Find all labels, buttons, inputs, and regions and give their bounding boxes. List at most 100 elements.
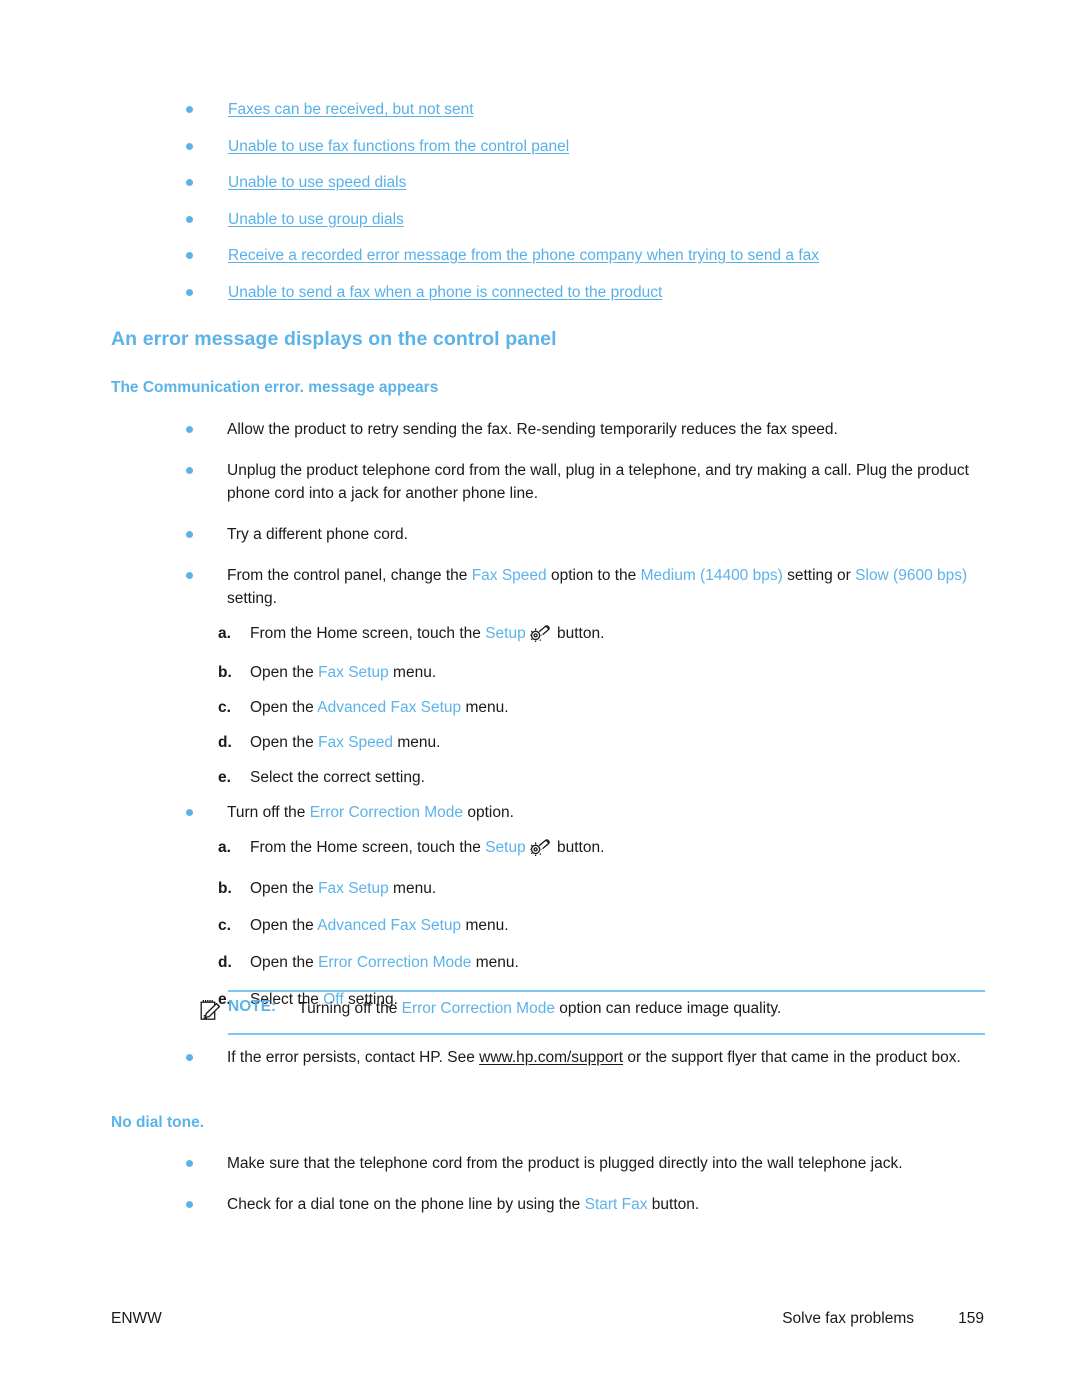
list-item-text: Allow the product to retry sending the f… — [227, 421, 838, 438]
list-item-text: Unplug the product telephone cord from t… — [227, 462, 969, 502]
list-item: Allow the product to retry sending the f… — [186, 418, 1016, 441]
bullet-icon — [186, 467, 193, 474]
settings-gear-wrench-icon — [530, 625, 550, 649]
bullet-icon — [186, 106, 193, 113]
list-item: Unable to send a fax when a phone is con… — [186, 283, 1006, 302]
ui-term-slow-speed: Slow (9600 bps) — [855, 567, 968, 584]
list-item-text: Try a different phone cord. — [227, 526, 408, 543]
text-fragment: menu. — [461, 699, 509, 716]
substep-text: From the Home screen, touch the Setup bu… — [250, 622, 604, 649]
section-subheading-communication-error: The Communication error. message appears — [111, 379, 439, 396]
list-item-text: Make sure that the telephone cord from t… — [227, 1155, 903, 1172]
ui-term-fax-speed: Fax Speed — [471, 567, 547, 584]
substep-letter: e. — [218, 769, 231, 786]
ui-term-setup: Setup — [485, 625, 526, 642]
note-pad-pencil-icon — [200, 999, 222, 1026]
text-fragment: menu. — [393, 734, 441, 751]
list-item: If the error persists, contact HP. See w… — [186, 1046, 1016, 1069]
substep-item: a. From the Home screen, touch the Setup… — [218, 622, 1016, 649]
substep-letter: d. — [218, 734, 232, 751]
page-footer: ENWW Solve fax problems 159 — [111, 1310, 984, 1328]
bullet-icon — [186, 1054, 193, 1061]
cross-reference-link[interactable]: Unable to use group dials — [228, 210, 404, 229]
troubleshooting-steps-list: Allow the product to retry sending the f… — [186, 418, 1016, 1023]
text-fragment: button. — [647, 1196, 700, 1213]
list-item-text: Check for a dial tone on the phone line … — [227, 1193, 1016, 1216]
substep-item: d. Open the Fax Speed menu. — [218, 731, 1016, 754]
bullet-icon — [186, 531, 193, 538]
support-contact-list: If the error persists, contact HP. See w… — [186, 1046, 1016, 1069]
substep-text: Open the Fax Setup menu. — [250, 877, 436, 900]
substep-letter: a. — [218, 625, 231, 642]
note-text: Turning off the Error Correction Mode op… — [298, 998, 781, 1020]
cross-reference-link[interactable]: Unable to send a fax when a phone is con… — [228, 283, 662, 302]
bullet-icon — [186, 215, 193, 223]
support-url-link[interactable]: www.hp.com/support — [479, 1049, 623, 1066]
text-fragment: menu. — [471, 954, 519, 971]
substep-text: Open the Error Correction Mode menu. — [250, 951, 519, 974]
ui-term-error-correction-mode: Error Correction Mode — [401, 1000, 555, 1017]
text-fragment: Open the — [250, 954, 319, 971]
bullet-icon — [186, 288, 193, 296]
list-item: From the control panel, change the Fax S… — [186, 564, 1016, 610]
text-fragment: setting. — [227, 590, 277, 607]
ui-term-setup: Setup — [485, 839, 526, 856]
substep-item: e. Select the correct setting. — [218, 766, 1016, 789]
text-fragment: setting or — [782, 567, 856, 584]
list-item: Check for a dial tone on the phone line … — [186, 1193, 1016, 1216]
footer-section-title: Solve fax problems — [782, 1310, 914, 1327]
bullet-icon — [186, 252, 193, 259]
list-item: Unable to use fax functions from the con… — [186, 137, 1006, 156]
list-item-text: Turn off the Error Correction Mode optio… — [227, 801, 1016, 824]
document-page: Faxes can be received, but not sent Unab… — [0, 0, 1080, 1397]
ui-term-fax-setup: Fax Setup — [318, 880, 389, 897]
list-item: Faxes can be received, but not sent — [186, 100, 1006, 119]
text-fragment: Open the — [250, 664, 319, 681]
ui-term-advanced-fax-setup: Advanced Fax Setup — [317, 917, 462, 934]
substep-text: From the Home screen, touch the Setup bu… — [250, 836, 604, 863]
substep-letter: c. — [218, 699, 231, 716]
text-fragment: From the Home screen, touch the — [250, 625, 486, 642]
substep-item: d. Open the Error Correction Mode menu. — [218, 951, 1016, 974]
note-label: NOTE: — [228, 998, 277, 1015]
text-fragment: If the error persists, contact HP. See — [227, 1049, 480, 1066]
text-fragment: menu. — [388, 664, 437, 681]
section-subheading-no-dial-tone: No dial tone. — [111, 1114, 204, 1131]
text-fragment: menu. — [388, 880, 437, 897]
substep-item: b. Open the Fax Setup menu. — [218, 661, 1016, 684]
cross-reference-link[interactable]: Unable to use speed dials — [228, 173, 406, 192]
substep-letter: c. — [218, 917, 231, 934]
note-bottom-rule — [228, 1033, 985, 1035]
bullet-icon — [186, 1201, 193, 1208]
cross-reference-link[interactable]: Unable to use fax functions from the con… — [228, 137, 569, 156]
substep-list-fax-speed: a. From the Home screen, touch the Setup… — [218, 622, 1016, 789]
page-title: An error message displays on the control… — [111, 328, 557, 350]
ui-term-advanced-fax-setup: Advanced Fax Setup — [317, 699, 462, 716]
list-item: Receive a recorded error message from th… — [186, 246, 1006, 265]
list-item: Turn off the Error Correction Mode optio… — [186, 801, 1016, 824]
text-fragment: option can reduce image quality. — [554, 1000, 782, 1017]
text-fragment: Open the — [250, 917, 318, 934]
text-fragment: Open the — [250, 734, 319, 751]
bullet-icon — [186, 142, 193, 150]
bullet-icon — [186, 179, 193, 186]
list-item: Make sure that the telephone cord from t… — [186, 1152, 1016, 1175]
text-fragment: Open the — [250, 880, 319, 897]
text-fragment: menu. — [461, 917, 509, 934]
substep-item: b. Open the Fax Setup menu. — [218, 877, 1016, 900]
cross-reference-link[interactable]: Receive a recorded error message from th… — [228, 246, 819, 265]
text-fragment: or the support flyer that came in the pr… — [623, 1049, 961, 1066]
substep-text: Open the Fax Setup menu. — [250, 661, 436, 684]
substep-item: a. From the Home screen, touch the Setup… — [218, 836, 1016, 863]
ui-term-medium-speed: Medium (14400 bps) — [640, 567, 783, 584]
settings-gear-wrench-icon — [530, 839, 550, 863]
text-fragment: Turning off the — [298, 1000, 402, 1017]
bullet-icon — [186, 426, 193, 433]
text-fragment: From the control panel, change the — [227, 567, 472, 584]
cross-reference-link[interactable]: Faxes can be received, but not sent — [228, 100, 474, 119]
no-dial-tone-steps-list: Make sure that the telephone cord from t… — [186, 1152, 1016, 1216]
substep-text: Open the Advanced Fax Setup menu. — [250, 696, 509, 719]
ui-term-error-correction-mode: Error Correction Mode — [318, 954, 472, 971]
bullet-icon — [186, 572, 193, 579]
substep-item: c. Open the Advanced Fax Setup menu. — [218, 914, 1016, 937]
